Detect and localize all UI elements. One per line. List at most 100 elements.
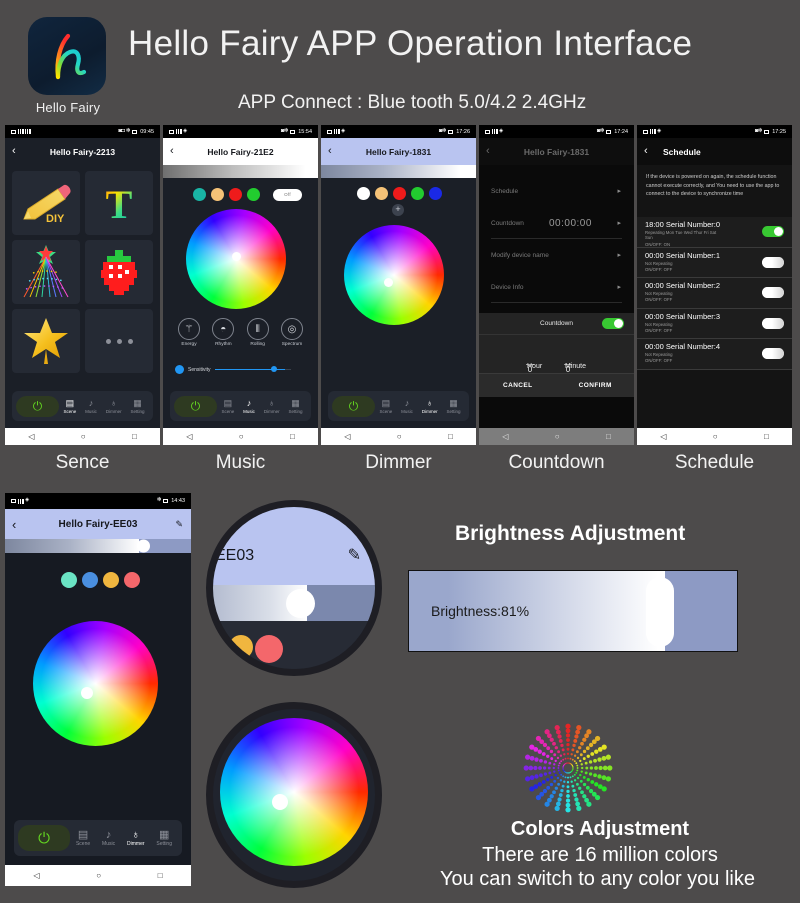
confirm-button[interactable]: CONFIRM	[557, 382, 635, 389]
tab-dimmer[interactable]: ♁ Dimmer	[127, 829, 145, 847]
schedule-row[interactable]: 00:00 Serial Number:1 Not Repeating ON/O…	[637, 247, 792, 278]
swatch-teal[interactable]	[193, 188, 206, 201]
back-button[interactable]: ‹	[644, 146, 648, 157]
color-wheel[interactable]	[33, 621, 158, 746]
swatch-blue[interactable]	[429, 187, 442, 200]
tab-music[interactable]: ♪ Music	[102, 829, 115, 847]
mode-rhythm[interactable]: ◓ Rhythm	[209, 318, 237, 347]
power-button[interactable]: ⏻	[16, 395, 59, 417]
mode-rolling[interactable]: ⦀ Rolling	[244, 318, 272, 347]
schedule-row[interactable]: 00:00 Serial Number:4 Not Repeating ON/O…	[637, 339, 792, 370]
magnified-wheel-selector[interactable]	[272, 794, 288, 810]
color-wheel-selector[interactable]	[384, 278, 393, 287]
nav-recent-icon[interactable]: □	[606, 432, 611, 441]
brightness-slider[interactable]	[163, 165, 318, 178]
settings-row-device-info[interactable]: Device Info ▸	[479, 271, 634, 303]
color-wheel-selector[interactable]	[81, 687, 93, 699]
pencil-icon[interactable]: ✎	[348, 545, 361, 565]
brightness-demo-knob[interactable]	[646, 577, 674, 647]
magnified-swatch-amber[interactable]	[229, 635, 253, 659]
scene-tile-more[interactable]	[85, 309, 153, 373]
swatch-orange[interactable]	[375, 187, 388, 200]
brightness-knob[interactable]	[305, 166, 316, 177]
tab-scene[interactable]: ▤ Scene	[221, 398, 234, 414]
nav-recent-icon[interactable]: □	[132, 432, 137, 441]
scene-tile-diy[interactable]: DIY	[12, 171, 80, 235]
schedule-row[interactable]: 18:00 Serial Number:0 Repeating Mon Tue …	[637, 217, 792, 248]
swatch-red[interactable]	[393, 187, 406, 200]
back-button[interactable]: ‹	[328, 146, 332, 157]
color-wheel[interactable]	[186, 209, 286, 309]
nav-home-icon[interactable]: ○	[96, 871, 101, 880]
nav-home-icon[interactable]: ○	[713, 432, 718, 441]
color-wheel-selector[interactable]	[232, 252, 241, 261]
nav-back-icon[interactable]: ◁	[344, 432, 350, 441]
tab-music[interactable]: ♪ Music	[401, 398, 413, 414]
swatch-green[interactable]	[247, 188, 260, 201]
add-color-button[interactable]: +	[392, 204, 404, 216]
tab-dimmer[interactable]: ♁ Dimmer	[422, 398, 438, 414]
nav-back-icon[interactable]: ◁	[660, 432, 666, 441]
schedule-row[interactable]: 00:00 Serial Number:2 Not Repeating ON/O…	[637, 278, 792, 309]
tab-setting[interactable]: ▦ Setting	[131, 398, 145, 414]
brightness-demo-slider[interactable]: Brightness:81%	[408, 570, 738, 652]
cancel-button[interactable]: CANCEL	[479, 382, 557, 389]
tab-dimmer[interactable]: ♁ Dimmer	[264, 398, 280, 414]
swatch-white[interactable]	[357, 187, 370, 200]
back-button[interactable]: ‹	[12, 146, 16, 157]
schedule-row[interactable]: 00:00 Serial Number:3 Not Repeating ON/O…	[637, 308, 792, 339]
nav-home-icon[interactable]: ○	[555, 432, 560, 441]
settings-row-countdown[interactable]: Countdown 00:00:00 ▸	[479, 207, 634, 239]
scene-tile-text[interactable]: T	[85, 171, 153, 235]
tab-scene[interactable]: ▤ Scene	[63, 398, 76, 414]
mode-spectrum[interactable]: ◎ Spectrum	[278, 318, 306, 347]
schedule-toggle[interactable]	[762, 287, 784, 298]
swatch-mint[interactable]	[61, 572, 77, 588]
sensitivity-slider[interactable]	[214, 366, 291, 373]
nav-recent-icon[interactable]: □	[764, 432, 769, 441]
magnified-swatch-coral[interactable]	[255, 635, 283, 663]
brightness-knob[interactable]	[463, 166, 474, 177]
tab-music[interactable]: ♪ Music	[85, 398, 97, 414]
swatch-green[interactable]	[411, 187, 424, 200]
power-button[interactable]: ⏻	[18, 825, 70, 851]
nav-recent-icon[interactable]: □	[158, 871, 163, 880]
power-button[interactable]: ⏻	[174, 395, 217, 417]
tab-setting[interactable]: ▦ Setting	[156, 829, 172, 847]
swatch-red[interactable]	[229, 188, 242, 201]
brightness-slider[interactable]	[5, 539, 191, 553]
nav-recent-icon[interactable]: □	[448, 432, 453, 441]
nav-home-icon[interactable]: ○	[239, 432, 244, 441]
schedule-toggle[interactable]	[762, 256, 784, 268]
swatch-orange[interactable]	[211, 188, 224, 201]
mode-energy[interactable]: ⚚ Energy	[175, 318, 203, 347]
onoff-toggle[interactable]: Off	[273, 188, 302, 201]
tab-setting[interactable]: ▦ Setting	[289, 398, 303, 414]
nav-back-icon[interactable]: ◁	[28, 432, 34, 441]
back-button[interactable]: ‹	[170, 146, 174, 157]
magnified-brightness-knob[interactable]	[286, 589, 315, 618]
color-wheel[interactable]	[344, 225, 444, 325]
scene-tile-tree[interactable]	[12, 240, 80, 304]
back-button[interactable]: ‹	[12, 518, 16, 531]
nav-home-icon[interactable]: ○	[397, 432, 402, 441]
schedule-toggle[interactable]	[762, 348, 784, 359]
schedule-toggle[interactable]	[762, 226, 784, 237]
scene-tile-star[interactable]	[12, 309, 80, 373]
schedule-toggle[interactable]	[762, 317, 784, 329]
nav-home-icon[interactable]: ○	[81, 432, 86, 441]
tab-scene[interactable]: ▤ Scene	[76, 829, 90, 847]
magnified-color-wheel[interactable]	[220, 718, 368, 866]
nav-back-icon[interactable]: ◁	[502, 432, 508, 441]
pencil-icon[interactable]: ✎	[175, 519, 183, 530]
tab-music[interactable]: ♪ Music	[243, 398, 255, 414]
power-button[interactable]: ⏻	[332, 395, 375, 417]
countdown-toggle[interactable]	[602, 318, 624, 329]
back-button[interactable]: ‹	[486, 146, 490, 157]
nav-recent-icon[interactable]: □	[290, 432, 295, 441]
brightness-slider[interactable]	[321, 165, 476, 178]
tab-setting[interactable]: ▦ Setting	[447, 398, 461, 414]
swatch-coral[interactable]	[124, 572, 140, 588]
nav-back-icon[interactable]: ◁	[33, 871, 39, 880]
settings-row-modify-name[interactable]: Modify device name ▸	[479, 239, 634, 271]
